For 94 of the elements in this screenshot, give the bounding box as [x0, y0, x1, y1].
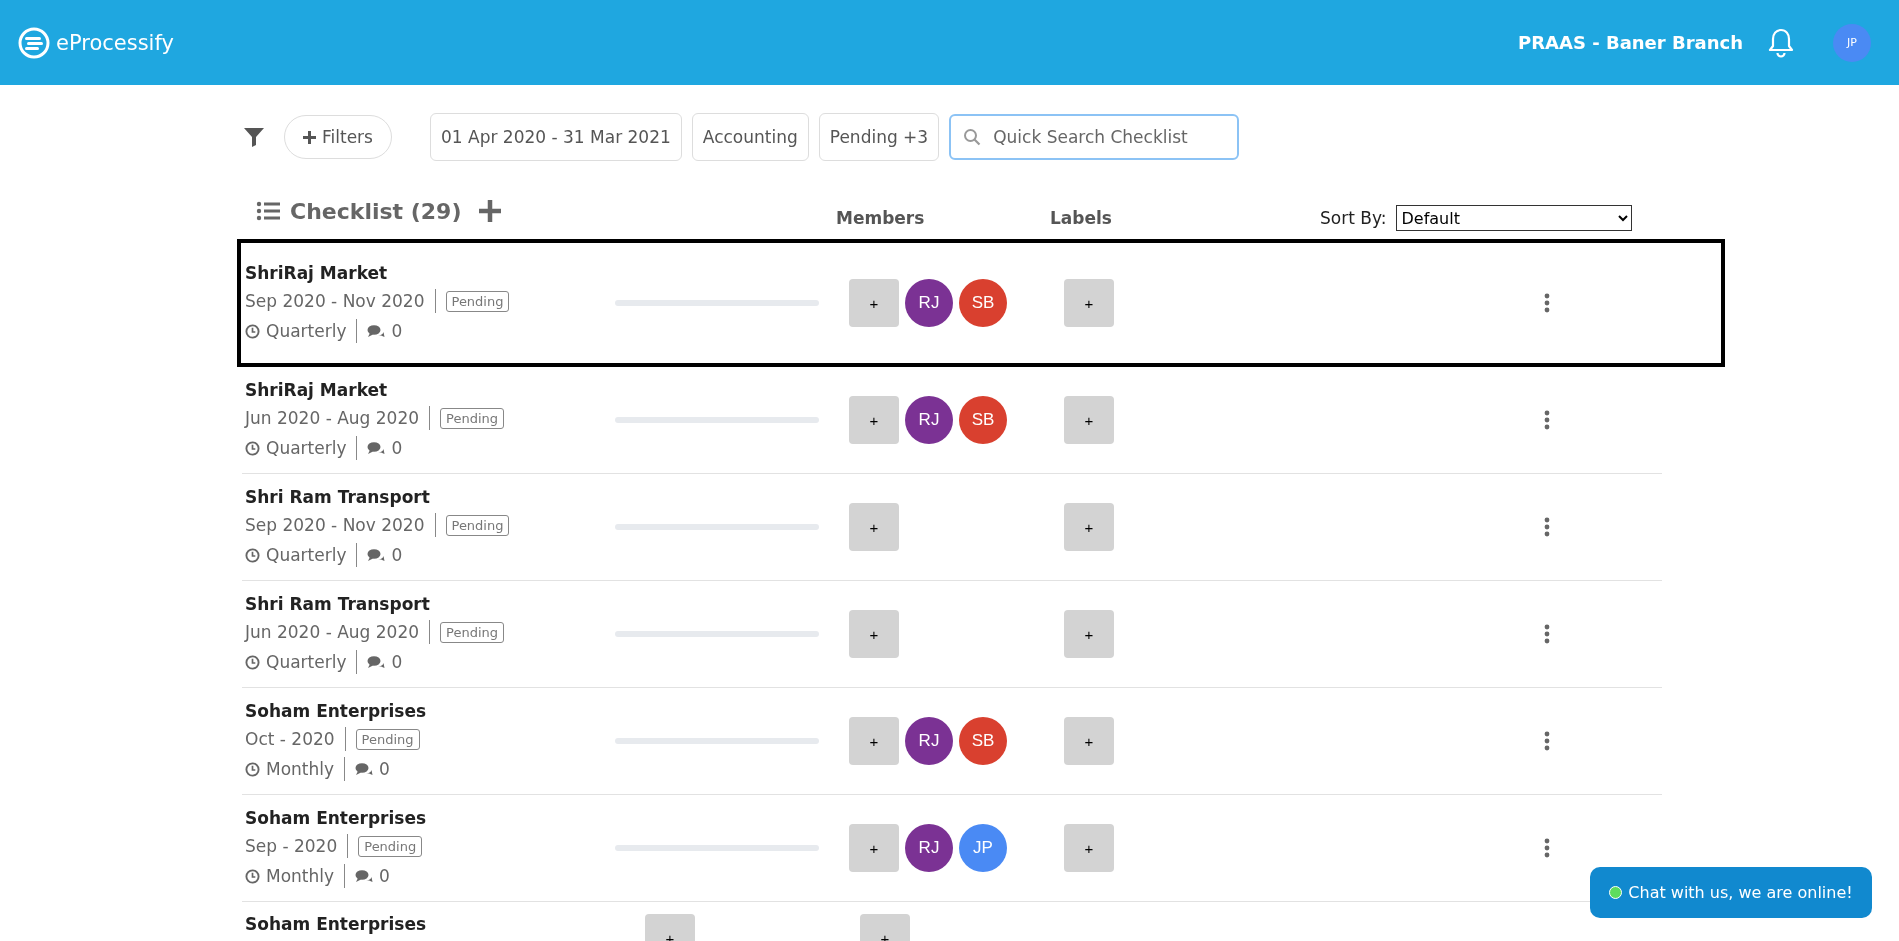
add-member-button[interactable]: + [849, 717, 899, 765]
period-text: Sep 2020 - Nov 2020 [245, 291, 425, 311]
client-name: ShriRaj Market [245, 380, 389, 400]
chat-toast[interactable]: Chat with us, we are online! [1590, 867, 1872, 918]
more-options-icon[interactable] [1544, 838, 1550, 858]
bell-icon[interactable] [1767, 26, 1795, 59]
more-options-icon[interactable] [1544, 624, 1550, 644]
period-text: Sep - 2020 [245, 836, 338, 856]
client-name: Shri Ram Transport [245, 594, 431, 614]
comment-count: 0 [391, 652, 403, 672]
status-badge: Pending [445, 514, 510, 536]
more-options-icon[interactable] [1544, 410, 1550, 430]
add-label-button[interactable]: + [1064, 717, 1114, 765]
client-name: Soham Enterprises [245, 808, 428, 828]
comment-count: 0 [391, 321, 403, 341]
status-badge: Pending [358, 835, 423, 857]
search-icon [963, 128, 982, 146]
comments-icon [367, 547, 386, 563]
member-avatar[interactable]: RJ [905, 717, 953, 765]
more-options-icon[interactable] [1544, 731, 1550, 751]
member-avatar[interactable]: RJ [905, 279, 953, 327]
period-text: Sep 2020 - Nov 2020 [245, 515, 425, 535]
frequency-text: Quarterly [266, 438, 347, 458]
clock-icon [245, 323, 260, 339]
member-avatar[interactable]: RJ [905, 824, 953, 872]
filter-chip[interactable]: Accounting [691, 113, 809, 161]
more-options-icon[interactable] [1544, 293, 1550, 313]
period-text: Jun 2020 - Aug 2020 [245, 408, 420, 428]
add-member-button[interactable]: + [849, 396, 899, 444]
add-label-button[interactable]: + [1064, 824, 1114, 872]
add-member-button[interactable]: + [849, 824, 899, 872]
checklist-row[interactable]: Shri Ram Transport Jun 2020 - Aug 2020 Pending Quarterly 0 + + [242, 581, 1662, 688]
comments-icon [355, 868, 374, 884]
comments-icon [367, 323, 386, 339]
clock-icon [245, 868, 260, 884]
logo-icon [18, 26, 50, 59]
filters-button[interactable]: Filters [284, 115, 392, 159]
add-label-button[interactable]: + [1064, 503, 1114, 551]
clock-icon [245, 761, 260, 777]
checklist-row[interactable]: Soham Enterprises Oct - 2020 Pending Monthly 0 + RJ SB + [242, 688, 1662, 795]
add-member-button[interactable]: + [849, 610, 899, 658]
add-label-button[interactable]: + [1064, 610, 1114, 658]
comment-count: 0 [379, 759, 390, 779]
add-member-button[interactable]: + [849, 503, 899, 551]
column-header: Labels [1050, 208, 1113, 228]
client-name: Shri Ram Transport [245, 487, 431, 507]
comments-icon [355, 761, 374, 777]
filter-icon[interactable] [242, 125, 266, 149]
period-text: Jun 2020 - Aug 2020 [245, 622, 420, 642]
period-text: Oct - 2020 [245, 729, 335, 749]
sort-dropdown[interactable]: Default [1396, 205, 1633, 231]
member-avatar[interactable]: SB [959, 279, 1007, 327]
column-header: Members [836, 208, 926, 228]
status-badge: Pending [440, 407, 504, 429]
comments-icon [367, 654, 386, 670]
frequency-text: Quarterly [266, 652, 347, 672]
frequency-text: Monthly [266, 759, 335, 779]
add-icon[interactable] [477, 198, 504, 224]
checklist-row[interactable]: Shri Ram Transport Sep 2020 - Nov 2020 Pending Quarterly 0 + + [242, 474, 1662, 581]
add-member-button[interactable]: + [849, 279, 899, 327]
online-dot-icon [1609, 886, 1623, 899]
frequency-text: Quarterly [266, 545, 347, 565]
comments-icon [367, 440, 386, 456]
frequency-text: Quarterly [266, 321, 347, 341]
clock-icon [245, 654, 260, 670]
client-name: Soham Enterprises [245, 914, 428, 934]
comment-count: 0 [391, 438, 403, 458]
comment-count: 0 [379, 866, 390, 886]
brand-name: eProcessify [56, 30, 174, 55]
add-label-button[interactable]: + [1064, 279, 1114, 327]
checklist-row[interactable]: ShriRaj Market Jun 2020 - Aug 2020 Pending Quarterly 0 + RJ SB + [242, 367, 1662, 474]
clock-icon [245, 440, 260, 456]
member-avatar[interactable]: SB [959, 396, 1007, 444]
add-label-button[interactable]: + [1064, 396, 1114, 444]
search-field[interactable]: Quick Search Checklist [949, 114, 1240, 160]
frequency-text: Monthly [266, 866, 335, 886]
member-avatar[interactable]: SB [959, 717, 1007, 765]
status-badge: Pending [440, 621, 504, 643]
checklist-row[interactable]: ShriRaj Market Sep 2020 - Nov 2020 Pending Quarterly 0 + RJ SB + [237, 239, 1725, 367]
comment-count: 0 [391, 545, 403, 565]
branch-name: PRAAS - Baner Branch [1518, 32, 1743, 53]
more-options-icon[interactable] [1544, 517, 1550, 537]
status-badge: Pending [445, 290, 510, 312]
sort-label: Sort By: [1320, 208, 1387, 228]
status-badge: Pending [355, 728, 420, 750]
filter-chip[interactable]: Pending +3 [818, 113, 940, 161]
client-name: ShriRaj Market [245, 263, 389, 283]
plus-icon [303, 130, 316, 144]
checklist-title: Checklist (29) [290, 198, 462, 224]
filter-chip[interactable]: 01 Apr 2020 - 31 Mar 2021 [429, 113, 682, 161]
list-icon [256, 201, 280, 221]
member-avatar[interactable]: RJ [905, 396, 953, 444]
client-name: Soham Enterprises [245, 701, 428, 721]
clock-icon [245, 547, 260, 563]
